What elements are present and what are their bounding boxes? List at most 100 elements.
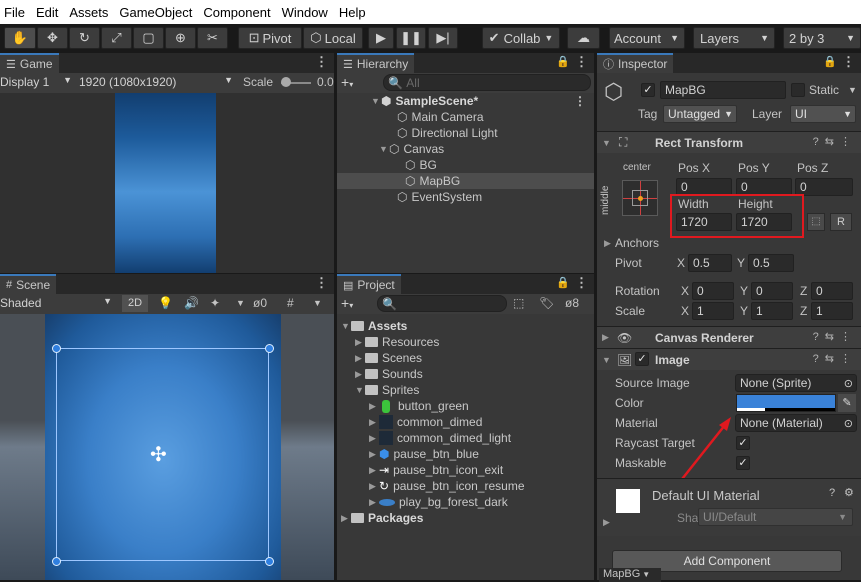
layer-dropdown[interactable]: UI ▼: [790, 105, 856, 123]
lock-icon[interactable]: 🔒: [556, 276, 570, 289]
maskable-checkbox[interactable]: ✓: [736, 456, 750, 470]
shading-dropdown[interactable]: Shaded ▼: [0, 296, 116, 312]
kebab-menu-icon[interactable]: ⋮: [842, 54, 855, 70]
chevron-down-icon[interactable]: ▼: [848, 85, 857, 95]
rect-handle-tl[interactable]: [52, 344, 61, 353]
component-header-icons[interactable]: ?⇆⋮: [813, 352, 857, 365]
project-item[interactable]: ▶ ⇥ pause_btn_icon_exit: [337, 462, 594, 478]
rot-z-field[interactable]: 0: [811, 282, 853, 300]
menu-assets[interactable]: Assets: [65, 5, 115, 20]
collapse-arrow-icon[interactable]: ▶: [341, 513, 351, 524]
scale-x-field[interactable]: 1: [692, 302, 734, 320]
hierarchy-item[interactable]: ▼ ⬢ SampleScene* ⋮: [337, 93, 594, 109]
shader-dropdown[interactable]: UI/Default ▼: [698, 508, 853, 526]
collapse-arrow-icon[interactable]: ▶: [369, 465, 379, 476]
hierarchy-item[interactable]: ⬡ MapBG: [337, 173, 594, 189]
tab-project[interactable]: ▤ Project: [337, 274, 401, 294]
menu-gameobject[interactable]: GameObject: [115, 5, 199, 20]
expand-arrow-icon[interactable]: ▼: [371, 96, 381, 106]
pivot-y-field[interactable]: 0.5: [748, 254, 794, 272]
transform-tool-button[interactable]: ⊕: [165, 27, 196, 49]
active-checkbox[interactable]: ✓: [641, 83, 655, 97]
kebab-menu-icon[interactable]: ⋮: [574, 94, 586, 108]
pivot-x-field[interactable]: 0.5: [688, 254, 732, 272]
kebab-menu-icon[interactable]: ⋮: [315, 275, 328, 291]
collab-dropdown[interactable]: ✔ Collab ▼: [482, 27, 560, 49]
account-dropdown[interactable]: Account ▼: [609, 27, 685, 49]
anchor-preset-button[interactable]: [622, 180, 658, 216]
hierarchy-item[interactable]: ⬡ BG: [337, 157, 594, 173]
hierarchy-item[interactable]: ▼ ⬡ Canvas: [337, 141, 594, 157]
collapse-arrow-icon[interactable]: ▶: [355, 353, 365, 364]
blueprint-mode-button[interactable]: ⬚: [807, 213, 825, 231]
rect-handle-br[interactable]: [265, 557, 274, 566]
pause-button[interactable]: ❚❚: [396, 27, 426, 49]
rect-handle-tr[interactable]: [265, 344, 274, 353]
project-item[interactable]: ▶ common_dimed_light: [337, 430, 594, 446]
collapse-arrow-icon[interactable]: ▶: [355, 369, 365, 380]
scale-z-field[interactable]: 1: [811, 302, 853, 320]
hand-tool-button[interactable]: ✋: [4, 27, 36, 49]
collapse-arrow-icon[interactable]: ▶: [369, 481, 379, 492]
mode-2d-toggle[interactable]: 2D: [122, 295, 148, 312]
cloud-button[interactable]: ☁: [567, 27, 600, 49]
kebab-menu-icon[interactable]: ⋮: [575, 275, 588, 291]
component-header-icons[interactable]: ?⇆⋮: [813, 330, 857, 343]
lock-icon[interactable]: 🔒: [823, 55, 837, 68]
grid-icon[interactable]: #: [287, 296, 294, 310]
image-enabled-checkbox[interactable]: ✓: [635, 352, 649, 366]
kebab-menu-icon[interactable]: ⋮: [315, 54, 328, 70]
hidden-objects-icon[interactable]: ø0: [253, 296, 267, 310]
scene-view[interactable]: ✣: [0, 314, 334, 580]
color-swatch[interactable]: [736, 394, 836, 412]
project-item[interactable]: ▶ Packages: [337, 510, 594, 526]
tab-hierarchy[interactable]: ☰ Hierarchy: [337, 53, 415, 73]
audio-icon[interactable]: 🔊: [184, 296, 199, 310]
pivot-toggle[interactable]: ⊡ Pivot: [238, 27, 302, 49]
eyedropper-icon[interactable]: ✎: [838, 394, 856, 412]
step-button[interactable]: ▶|: [428, 27, 458, 49]
rect-transform-header[interactable]: ▼ ⛶ Rect Transform ?⇆⋮: [597, 131, 861, 153]
effects-icon[interactable]: ✦: [210, 296, 220, 310]
component-header-icons[interactable]: ?⇆⋮: [813, 135, 857, 148]
menu-window[interactable]: Window: [278, 5, 335, 20]
expand-arrow-icon[interactable]: ▼: [379, 144, 389, 154]
anchors-label[interactable]: Anchors: [615, 236, 659, 250]
project-item[interactable]: ▼ Assets: [337, 318, 594, 334]
lighting-icon[interactable]: 💡: [158, 296, 173, 310]
layers-dropdown[interactable]: Layers ▼: [693, 27, 775, 49]
collapse-arrow-icon[interactable]: ▶: [369, 449, 379, 460]
object-picker-icon[interactable]: ⊙: [844, 377, 853, 390]
rot-y-field[interactable]: 0: [751, 282, 793, 300]
chevron-down-icon[interactable]: ▼: [313, 298, 322, 308]
static-checkbox[interactable]: [791, 83, 805, 97]
filter-label-icon[interactable]: 🏷: [539, 296, 554, 310]
project-item[interactable]: ▶ common_dimed: [337, 414, 594, 430]
collapse-arrow-icon[interactable]: ▶: [369, 433, 379, 444]
menu-component[interactable]: Component: [199, 5, 277, 20]
layout-dropdown[interactable]: 2 by 3 ▼: [783, 27, 861, 49]
project-item[interactable]: ▶ ⬢ pause_btn_blue: [337, 446, 594, 462]
play-button[interactable]: ▶: [368, 27, 394, 49]
filter-type-icon[interactable]: ⬚: [513, 296, 524, 310]
rect-tool-button[interactable]: ▢: [133, 27, 164, 49]
hierarchy-item[interactable]: ⬡ Main Camera: [337, 109, 594, 125]
project-item[interactable]: ▶ ↻ pause_btn_icon_resume: [337, 478, 594, 494]
expand-arrow-icon[interactable]: ▼: [341, 321, 351, 331]
canvas-renderer-header[interactable]: ▶ 👁 Canvas Renderer ?⇆⋮: [597, 326, 861, 348]
scale-tool-button[interactable]: ⤢: [101, 27, 132, 49]
image-header[interactable]: ▼ 🖼 ✓ Image ?⇆⋮: [597, 348, 861, 370]
chevron-down-icon[interactable]: ▼: [236, 298, 245, 308]
move-tool-button[interactable]: ✥: [37, 27, 68, 49]
project-item[interactable]: ▼ Sprites: [337, 382, 594, 398]
hierarchy-item[interactable]: ⬡ Directional Light: [337, 125, 594, 141]
collapse-arrow-icon[interactable]: ▶: [369, 401, 379, 412]
expand-arrow-icon[interactable]: ▶: [603, 517, 610, 528]
kebab-menu-icon[interactable]: ⋮: [575, 54, 588, 70]
collapse-arrow-icon[interactable]: ▶: [355, 337, 365, 348]
raw-edit-button[interactable]: R: [830, 213, 852, 231]
object-picker-icon[interactable]: ⊙: [844, 417, 853, 430]
gear-icon[interactable]: ⚙: [844, 486, 854, 499]
tab-scene[interactable]: # Scene: [0, 274, 57, 294]
scale-slider-thumb[interactable]: [281, 77, 291, 87]
